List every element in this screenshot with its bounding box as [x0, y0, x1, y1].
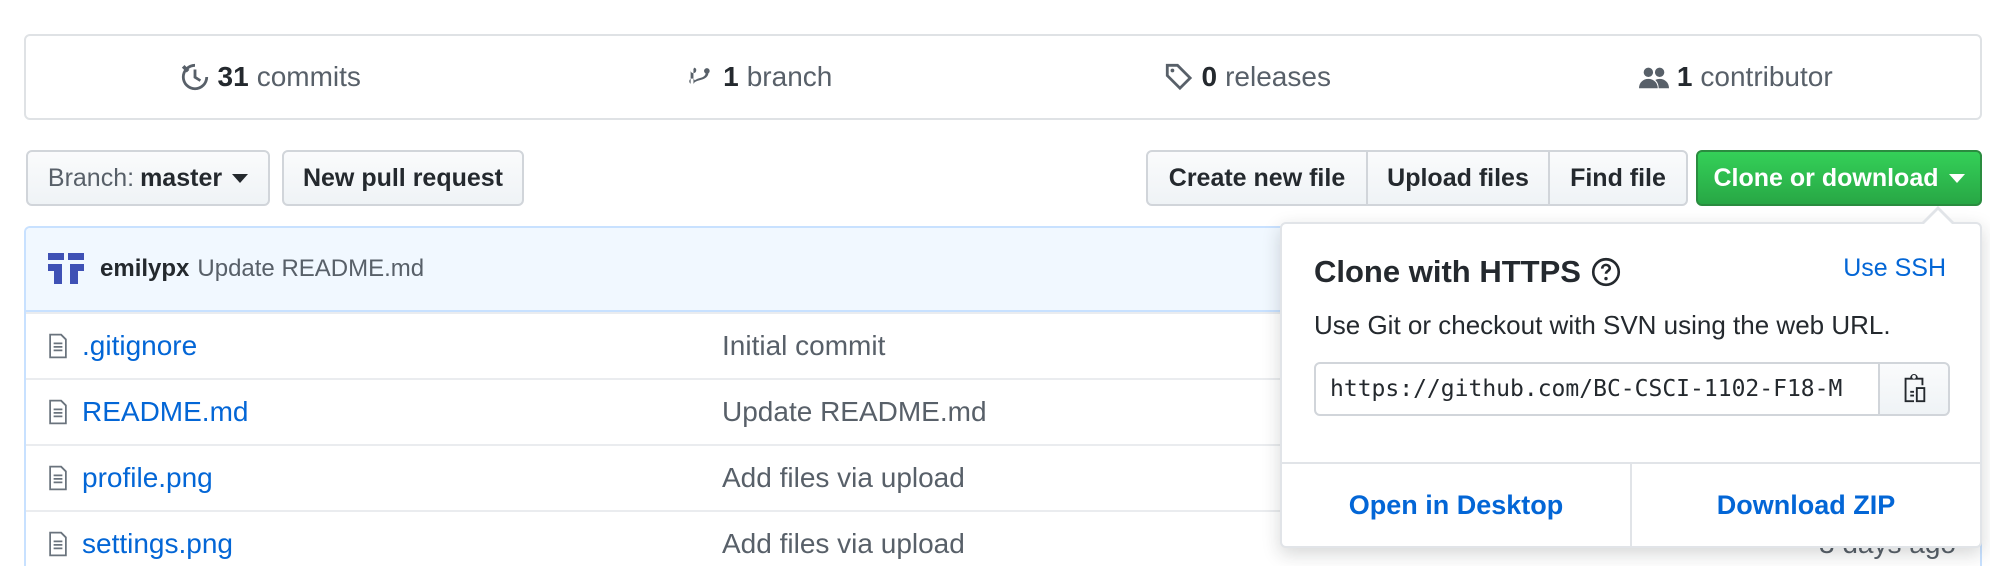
clone-url-input[interactable]	[1314, 362, 1880, 416]
history-icon	[181, 63, 208, 91]
repo-summary-bar: 31 commits 1 branch 0 releases 1 contrib…	[24, 34, 1982, 120]
contributors-label: contributor	[1700, 61, 1833, 92]
people-icon	[1638, 67, 1669, 89]
releases-label: releases	[1225, 61, 1331, 92]
file-name[interactable]: README.md	[82, 396, 722, 428]
open-in-desktop-button[interactable]: Open in Desktop	[1282, 464, 1630, 546]
clone-dropdown-header: Clone with HTTPS	[1314, 254, 1621, 290]
branches-label: branch	[746, 61, 833, 92]
file-icon	[49, 399, 67, 425]
clone-dropdown-title: Clone with HTTPS	[1314, 254, 1581, 289]
caret-down-icon	[232, 173, 249, 183]
releases-count: 0	[1201, 61, 1218, 92]
copy-to-clipboard-button[interactable]	[1878, 362, 1950, 416]
branch-prefix: Branch:	[47, 163, 135, 192]
avatar[interactable]	[46, 249, 86, 289]
question-circle-icon[interactable]	[1591, 257, 1621, 287]
clone-url-group	[1314, 362, 1950, 416]
file-icon	[49, 531, 67, 557]
contributors-count: 1	[1676, 61, 1693, 92]
file-actions-group: Create new file Upload files Find file	[1146, 150, 1688, 206]
upload-files-button[interactable]: Upload files	[1366, 150, 1550, 206]
file-name[interactable]: .gitignore	[82, 330, 722, 362]
download-zip-button[interactable]: Download ZIP	[1630, 464, 1980, 546]
file-icon	[49, 333, 67, 359]
commit-message[interactable]: Update README.md	[197, 255, 424, 283]
caret-down-icon	[1948, 173, 1965, 183]
clone-dropdown: Clone with HTTPS Use SSH Use Git or chec…	[1280, 206, 1982, 548]
clipboard-icon	[1904, 374, 1926, 403]
clone-button-label: Clone or download	[1713, 163, 1939, 192]
clone-description: Use Git or checkout with SVN using the w…	[1314, 310, 1891, 340]
commit-author[interactable]: emilypx	[100, 255, 189, 283]
new-pull-request-button[interactable]: New pull request	[282, 150, 524, 206]
releases-link[interactable]: 0 releases	[1003, 61, 1492, 93]
contributors-link[interactable]: 1 contributor	[1492, 61, 1981, 93]
commits-link[interactable]: 31 commits	[26, 61, 515, 93]
clone-dropdown-footer: Open in Desktop Download ZIP	[1282, 462, 1980, 546]
branches-link[interactable]: 1 branch	[515, 61, 1004, 93]
branches-count: 1	[723, 61, 739, 92]
use-ssh-link[interactable]: Use SSH	[1843, 254, 1946, 283]
git-branch-icon	[689, 67, 710, 84]
file-name[interactable]: settings.png	[82, 528, 722, 560]
file-icon	[49, 465, 67, 491]
commits-count: 31	[217, 61, 249, 92]
commits-label: commits	[256, 61, 361, 92]
tag-icon	[1165, 63, 1192, 91]
branch-name: master	[140, 163, 223, 192]
create-new-file-button[interactable]: Create new file	[1146, 150, 1368, 206]
find-file-button[interactable]: Find file	[1548, 150, 1688, 206]
clone-or-download-button[interactable]: Clone or download	[1696, 150, 1982, 206]
branch-select-button[interactable]: Branch: master	[26, 150, 270, 206]
file-name[interactable]: profile.png	[82, 462, 722, 494]
